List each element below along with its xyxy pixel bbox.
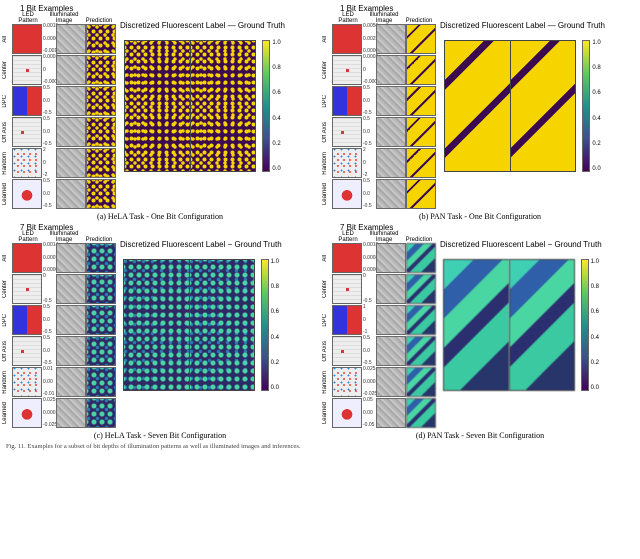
- row-learned: Learned 0.50.0-0.5: [2, 179, 116, 209]
- panel-c: 7 Bit Examples LED Pattern Illuminated I…: [2, 223, 318, 440]
- row-label-center: Center: [2, 61, 12, 79]
- ticks: 0.00010-0.0001: [42, 55, 56, 85]
- ticks: 0.50.0-0.5: [42, 179, 56, 209]
- colorbar: [262, 40, 270, 172]
- col-header-led: LED Pattern: [12, 12, 44, 24]
- led-thumb: [12, 148, 42, 178]
- big-gt: [190, 40, 256, 172]
- row-label-learn: Learned: [2, 183, 12, 205]
- figure-caption: Fig. 11. Examples for a subset of bit de…: [2, 442, 638, 451]
- panel-b: 1 Bit Examples LED Pattern Illuminated I…: [322, 4, 638, 221]
- big-label: [124, 40, 190, 172]
- panel-a-bigtitle: Discretized Fluorescent Label — Ground T…: [120, 22, 285, 40]
- row-label-all: All: [2, 36, 12, 43]
- illum-thumb: [56, 24, 86, 54]
- row-label-off: Off Axis: [2, 122, 12, 143]
- row-label-dpc: DPC: [2, 95, 12, 108]
- pred-thumb: [86, 86, 116, 116]
- led-thumb: [12, 55, 42, 85]
- panel-a: 1 Bit Examples LED Pattern Illuminated I…: [2, 4, 318, 221]
- pred-thumb: [86, 55, 116, 85]
- led-thumb: [12, 179, 42, 209]
- ticks: 20-2: [42, 148, 56, 178]
- row-random: Random 20-2: [2, 148, 116, 178]
- illum-thumb: [56, 86, 86, 116]
- illum-thumb: [56, 148, 86, 178]
- row-offaxis: Off Axis 0.50.0-0.5: [2, 117, 116, 147]
- illum-thumb: [56, 55, 86, 85]
- ticks: 0.50.0-0.5: [42, 117, 56, 147]
- ticks: 0.50.0-0.5: [42, 86, 56, 116]
- panel-b-caption: (b) PAN Task - One Bit Configuration: [322, 212, 638, 221]
- panel-a-caption: (a) HeLA Task - One Bit Configuration: [2, 212, 318, 221]
- big-label: [444, 40, 510, 172]
- illum-thumb: [56, 117, 86, 147]
- panel-d-caption: (d) PAN Task - Seven Bit Configuration: [322, 431, 638, 440]
- row-label-rand: Random: [2, 152, 12, 175]
- led-thumb: [12, 24, 42, 54]
- panel-c-caption: (c) HeLA Task - Seven Bit Configuration: [2, 431, 318, 440]
- panel-b-col-headers: LED Pattern Illuminated Image Prediction: [332, 14, 436, 24]
- row-center: Center 0.00010-0.0001: [2, 55, 116, 85]
- pred-thumb: [86, 148, 116, 178]
- big-gt: [510, 40, 576, 172]
- colorbar-labels: 1.00.80.6 0.40.20.0: [272, 40, 280, 172]
- pred-thumb: [86, 179, 116, 209]
- led-thumb: [12, 117, 42, 147]
- row-dpc: DPC 0.50.0-0.5: [2, 86, 116, 116]
- pred-thumb: [86, 117, 116, 147]
- panel-d: 7 Bit Examples LED Pattern Illuminated I…: [322, 223, 638, 440]
- led-thumb: [12, 86, 42, 116]
- ticks: 0.00150.0000-0.0015: [42, 24, 56, 54]
- figure-grid: 1 Bit Examples LED Pattern Illuminated I…: [2, 4, 638, 451]
- row-all: All 0.00150.0000-0.0015: [2, 24, 116, 54]
- illum-thumb: [56, 179, 86, 209]
- pred-thumb: [86, 24, 116, 54]
- panel-a-col-headers: LED Pattern Illuminated Image Prediction: [12, 14, 116, 24]
